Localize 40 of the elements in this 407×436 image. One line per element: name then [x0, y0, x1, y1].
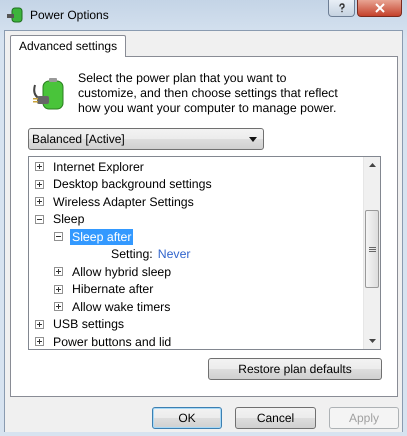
setting-value[interactable]: Never: [158, 247, 191, 262]
expand-icon[interactable]: [35, 337, 44, 346]
scroll-down-icon[interactable]: [368, 339, 376, 343]
help-button[interactable]: [328, 0, 355, 17]
tree-item[interactable]: Allow hybrid sleep: [70, 264, 174, 280]
expand-icon[interactable]: [54, 267, 63, 276]
tree-item[interactable]: Hibernate after: [70, 281, 156, 298]
tree-item[interactable]: Sleep: [51, 211, 86, 228]
dialog-button[interactable]: Cancel: [235, 407, 316, 429]
expand-icon[interactable]: [35, 320, 44, 329]
dropdown-arrow-icon: [249, 136, 257, 142]
expand-icon[interactable]: [35, 162, 44, 172]
description-text: Select the power plan that you want to customize, and then choose settings that reflect how you want your computer to manage power.: [78, 71, 339, 116]
tree-item[interactable]: Power buttons and lid: [51, 334, 174, 349]
scrollbar[interactable]: [363, 157, 380, 349]
tree-item[interactable]: Internet Explorer: [51, 158, 146, 175]
expand-icon[interactable]: [35, 197, 44, 206]
collapse-icon[interactable]: [54, 232, 63, 242]
close-icon: [374, 3, 384, 13]
close-button[interactable]: [357, 0, 402, 17]
battery-plug-icon: [32, 77, 66, 111]
tree-item[interactable]: Wireless Adapter Settings: [51, 194, 196, 210]
plan-dropdown[interactable]: Balanced [Active]: [28, 128, 264, 150]
collapse-icon[interactable]: [35, 214, 44, 224]
battery-plug-icon: [6, 6, 24, 24]
restore-defaults-button[interactable]: Restore plan defaults: [208, 358, 382, 380]
tab[interactable]: Advanced settings: [10, 35, 126, 57]
window-title: Power Options: [30, 8, 109, 22]
tree-item[interactable]: Allow wake timers: [70, 298, 172, 315]
scroll-thumb[interactable]: [365, 210, 379, 288]
tree-item[interactable]: USB settings: [51, 316, 126, 332]
tree-item[interactable]: Desktop background settings: [51, 176, 214, 192]
grip-icon: [368, 246, 376, 252]
expand-icon[interactable]: [35, 180, 44, 189]
expand-icon[interactable]: [54, 284, 63, 294]
scroll-up-icon[interactable]: [368, 163, 376, 167]
help-icon: [336, 3, 346, 13]
setting-label: Setting:: [111, 247, 153, 262]
dialog-button[interactable]: OK: [152, 407, 222, 429]
expand-icon[interactable]: [54, 302, 63, 312]
